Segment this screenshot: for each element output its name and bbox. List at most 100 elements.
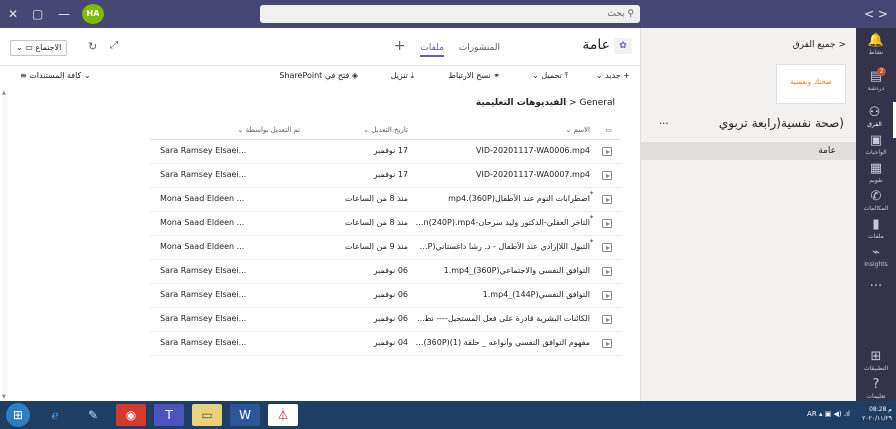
appbar-label: الواجبات: [865, 149, 887, 156]
appbar-label: التطبيقات: [863, 365, 889, 372]
file-name[interactable]: التأخر العقلي-الدكتور وليد سرحان-dation(…: [415, 218, 590, 227]
column-modified[interactable]: تاريخ التعديل ⌄: [363, 126, 408, 134]
download-button[interactable]: ⤓ تنزيل: [391, 71, 414, 81]
user-avatar[interactable]: HA: [82, 4, 104, 24]
back-arrow-icon[interactable]: < >: [864, 6, 888, 22]
video-icon: ▭: [25, 43, 36, 52]
breadcrumb-root[interactable]: General: [580, 98, 615, 108]
apps-icon: ⊞: [870, 349, 882, 364]
open-sharepoint-button[interactable]: ◈ فتح في SharePoint: [279, 71, 358, 80]
phone-icon: ✆: [870, 189, 882, 204]
channel-item-general[interactable]: عامة: [640, 142, 856, 160]
video-file-icon: [602, 243, 612, 252]
appbar-label: تقويم: [869, 177, 883, 184]
file-name[interactable]: مفهوم التوافق النفسي وأنواعه _ حلقة (1)(…: [415, 338, 590, 347]
team-icon: ✿: [614, 38, 632, 54]
add-tab-button[interactable]: +: [394, 39, 406, 53]
ie-icon[interactable]: ℯ: [40, 404, 70, 426]
appbar-item-more[interactable]: ...: [856, 272, 896, 308]
download-label: تنزيل: [390, 71, 408, 80]
signal-icon[interactable]: .ıl: [844, 410, 850, 418]
scrollbar[interactable]: [2, 88, 8, 401]
column-modified-by[interactable]: تم التعديل بواسطة ⌄: [237, 126, 300, 134]
file-name[interactable]: التوافق النفسي والاجتماعي(360P)_1.mp4: [415, 266, 590, 275]
chevron-back-icon: <: [835, 40, 846, 50]
appbar-label: ملفات: [868, 233, 884, 240]
file-modified: 17 نوفمبر: [373, 146, 408, 155]
video-file-icon: [602, 339, 612, 348]
scroll-down-icon[interactable]: ▼: [2, 394, 6, 400]
meet-button[interactable]: ⌄ ▭ الاجتماع: [10, 40, 68, 56]
upload-icon: ⤒: [561, 71, 568, 80]
tab-posts[interactable]: المنشورات: [459, 43, 500, 53]
new-label: جديد: [605, 71, 621, 80]
chevron-down-icon: ⌄: [16, 43, 26, 52]
appbar-item-activity[interactable]: 🔔 نشاط: [856, 30, 896, 66]
network-icon[interactable]: ▣: [825, 410, 834, 418]
video-file-icon: [602, 219, 612, 228]
table-row[interactable]: التوافق النفسي والاجتماعي(360P)_1.mp4 06 …: [150, 260, 620, 284]
table-row[interactable]: التوافق النفسي(144P)_1.mp4 06 نوفمبر Sara …: [150, 284, 620, 308]
file-name[interactable]: الكائنات البشرية قادرة على فعل المستحيل-…: [415, 314, 590, 323]
teams-icon: ⚇: [868, 105, 881, 120]
files-icon: ▮: [872, 217, 880, 232]
file-name[interactable]: التوافق النفسي(144P)_1.mp4: [415, 290, 590, 299]
appbar-label: الفرق: [867, 121, 882, 128]
upload-button[interactable]: ⤒ تحميل ⌄: [532, 71, 568, 81]
file-modified: منذ 9 من الساعات: [345, 242, 408, 251]
team-logo-text: صحتك ونفسية: [790, 78, 832, 86]
file-modified-by: Sara Ramsey Elsaei...: [160, 170, 247, 179]
column-name[interactable]: الاسم ⌄: [565, 126, 590, 134]
file-name[interactable]: اضطرابات النوم عند الأطفال(360P).mp4: [415, 194, 590, 203]
title-bar: ✕ ▢ — HA ⚲ بحث < >: [0, 0, 896, 28]
windows-start-icon[interactable]: ⊞: [6, 403, 30, 427]
expand-icon[interactable]: ⤢: [110, 40, 118, 51]
column-name-label: الاسم: [573, 126, 590, 134]
table-row[interactable]: ✦التأخر العقلي-الدكتور وليد سرحان-dation…: [150, 212, 620, 236]
tab-files[interactable]: ملفات: [420, 43, 444, 57]
all-teams-link[interactable]: < جميع الفرق: [793, 40, 846, 50]
teams-taskbar-icon[interactable]: T: [154, 404, 184, 426]
copy-link-label: نسخ الارتباط: [448, 71, 491, 80]
search-input[interactable]: ⚲ بحث: [260, 5, 640, 23]
team-more-options[interactable]: ...: [659, 116, 669, 127]
tool-icon[interactable]: ✎: [78, 404, 108, 426]
scroll-up-icon[interactable]: ▲: [2, 90, 6, 96]
bell-icon: 🔔: [867, 33, 885, 48]
system-tray: AR ▴ ▣ ◀) .ıl: [807, 410, 850, 418]
table-row[interactable]: ✦ اضطرابات النوم عند الأطفال(360P).mp4 منذ…: [150, 188, 620, 212]
refresh-icon[interactable]: ↻: [88, 40, 97, 53]
new-button[interactable]: + جديد ⌄: [596, 71, 630, 80]
chrome-icon[interactable]: ◉: [116, 404, 146, 426]
search-icon: ⚲: [624, 9, 634, 19]
file-type-icon: ▭: [605, 126, 612, 134]
maximize-window-icon[interactable]: ▢: [32, 6, 43, 22]
table-row[interactable]: الكائنات البشرية قادرة على فعل المستحيل-…: [150, 308, 620, 332]
copy-link-button[interactable]: ⚭ نسخ الارتباط: [449, 71, 500, 80]
link-icon: ⚭: [490, 71, 500, 80]
table-row[interactable]: مفهوم التوافق النفسي وأنواعه _ حلقة (1)(…: [150, 332, 620, 356]
table-row[interactable]: ✦ التبول اللاإرادي عند الأطفال - د. رشا د…: [150, 236, 620, 260]
minimize-window-icon[interactable]: —: [58, 6, 70, 22]
acrobat-icon[interactable]: ⏃: [268, 404, 298, 426]
file-modified: 06 نوفمبر: [373, 290, 408, 299]
file-modified-by: Sara Ramsey Elsaei...: [160, 146, 247, 155]
table-row[interactable]: VID-20201117-WA0006.mp4 17 نوفمبر Sara Ram…: [150, 140, 620, 164]
table-row[interactable]: VID-20201117-WA0007.mp4 17 نوفمبر Sara Ram…: [150, 164, 620, 188]
volume-icon[interactable]: ◀): [834, 410, 844, 418]
appbar-item-chat[interactable]: 2 ▤ دردشة: [856, 66, 896, 102]
view-selector[interactable]: ⌄ كافة المستندات ≡: [20, 71, 91, 80]
open-sharepoint-label: فتح في SharePoint: [279, 71, 350, 80]
appbar-label: Insights: [864, 261, 888, 268]
close-window-icon[interactable]: ✕: [8, 6, 18, 22]
language-indicator[interactable]: AR: [807, 410, 817, 418]
word-icon[interactable]: W: [230, 404, 260, 426]
clock-date: ٢٠٢٠/١١/٢٩: [862, 415, 892, 422]
folder-icon[interactable]: ▭: [192, 404, 222, 426]
app-bar: 🔔 نشاط 2 ▤ دردشة ⚇ الفرق ▣ الواجبات ▦ تق…: [856, 28, 896, 401]
file-name[interactable]: VID-20201117-WA0007.mp4: [415, 170, 590, 179]
file-name[interactable]: VID-20201117-WA0006.mp4: [415, 146, 590, 155]
file-name[interactable]: التبول اللاإرادي عند الأطفال - د. رشا دا…: [415, 242, 590, 251]
team-name[interactable]: (صحة نفسية(رابعة تربوي: [719, 116, 844, 130]
clock[interactable]: 08:28 م ٢٠٢٠/١١/٢٩: [862, 405, 892, 423]
